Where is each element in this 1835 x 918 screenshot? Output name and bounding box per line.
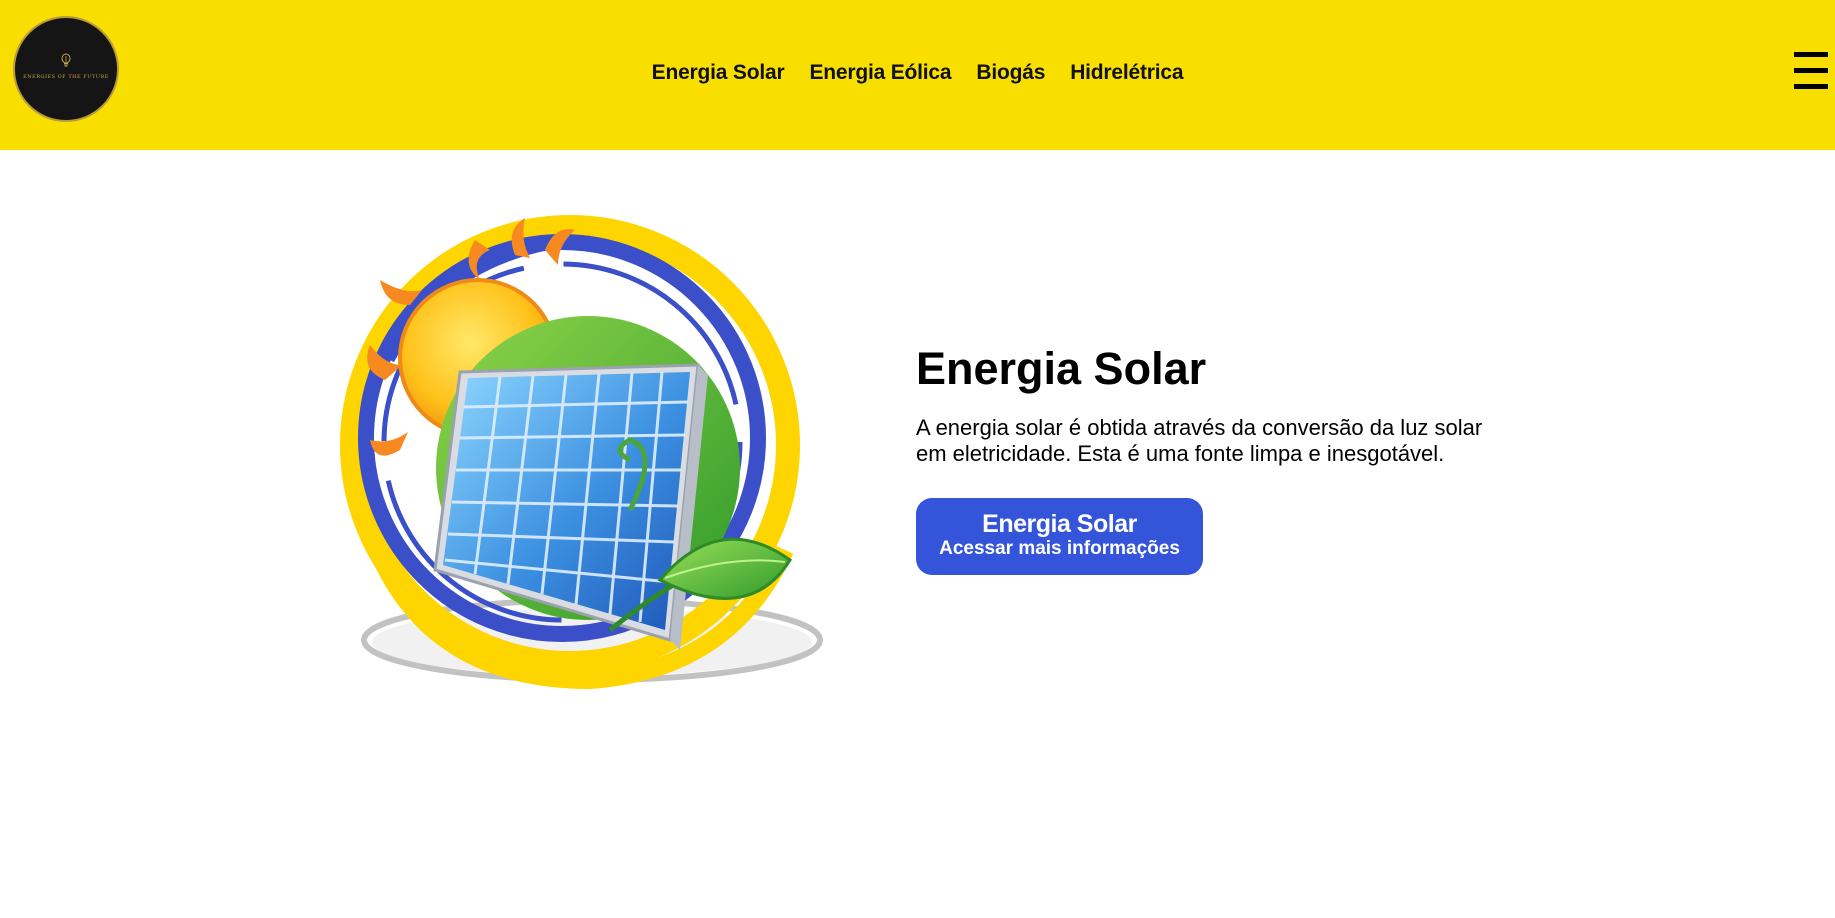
nav-link-energia-solar[interactable]: Energia Solar xyxy=(652,61,785,85)
menu-bar-top xyxy=(1794,52,1828,57)
page-title: Energia Solar xyxy=(916,343,1207,394)
nav-link-energia-eolica[interactable]: Energia Eólica xyxy=(809,61,951,85)
nav-link-hidreletrica[interactable]: Hidrelétrica xyxy=(1070,61,1183,85)
menu-bar-middle xyxy=(1794,68,1828,73)
solar-panel-illustration xyxy=(340,215,823,690)
hero-content: Energia Solar A energia solar é obtida a… xyxy=(916,343,1536,575)
button-subtitle: Acessar mais informações xyxy=(939,538,1180,559)
menu-bar-bottom xyxy=(1794,84,1828,89)
page-description: A energia solar é obtida através da conv… xyxy=(916,415,1483,466)
main-nav: Energia Solar Energia Eólica Biogás Hidr… xyxy=(0,0,1835,146)
button-title: Energia Solar xyxy=(982,510,1137,538)
more-info-button[interactable]: Energia Solar Acessar mais informações xyxy=(916,498,1203,575)
hamburger-menu-icon[interactable] xyxy=(1794,52,1828,90)
site-header: ENERGIES OF THE FUTURE Energia Solar Ene… xyxy=(0,0,1835,150)
nav-link-biogas[interactable]: Biogás xyxy=(976,61,1045,85)
